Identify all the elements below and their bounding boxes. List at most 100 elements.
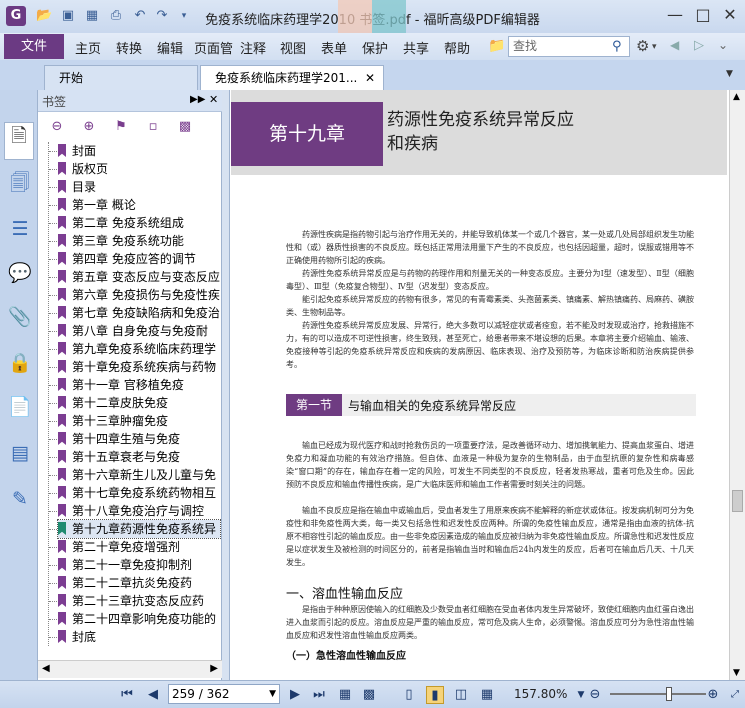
continuous-view-icon[interactable]: ▮ [426,686,444,704]
content-list-icon[interactable]: ▤ [7,440,33,466]
scroll-down-icon[interactable]: ▼ [733,668,740,678]
document-properties-icon[interactable]: 📄 [7,394,33,420]
tab-list-dropdown-icon[interactable]: ▼ [726,69,733,79]
document-view[interactable]: 第十九章 药源性免疫系统异常反应 和疾病 药源性疾病是指药物引起与治疗作用无关的… [230,90,729,680]
bookmark-flag-icon [58,198,66,211]
fit-window-icon[interactable]: ⤢ [726,686,744,704]
add-bookmark-icon[interactable]: ⊕ [80,118,98,136]
scroll-right-icon[interactable]: ▶ [210,663,218,674]
back-arrow-icon[interactable]: ◀ [670,38,679,52]
bookmark-item[interactable]: 第十三章肿瘤免疫 [58,412,220,430]
bookmark-item[interactable]: 第十九章药源性免疫系统异 [57,519,221,539]
tree-branch-line [49,619,57,620]
ribbon-expand-icon[interactable]: ⌄ [718,38,728,52]
search-icon[interactable]: ⚲ [612,39,622,54]
menu-share[interactable]: 共享 [403,38,429,57]
previous-view-icon[interactable]: ▦ [336,686,354,704]
first-page-icon[interactable]: ⏮ [118,686,136,704]
bookmark-item[interactable]: 第二十四章影响免疫功能的 [58,610,220,628]
menu-convert[interactable]: 转换 [116,38,142,57]
bookmark-item[interactable]: 目录 [58,178,220,196]
bookmark-flag-icon [58,486,66,499]
bookmark-item[interactable]: 第二十章免疫增强剂 [58,538,220,556]
scroll-left-icon[interactable]: ◀ [42,663,50,674]
bookmark-item[interactable]: 第二十一章免疫抑制剂 [58,556,220,574]
bookmark-item[interactable]: 第五章 变态反应与变态反应 [58,268,220,286]
close-button[interactable]: ✕ [717,4,743,26]
maximize-button[interactable]: □ [690,4,716,26]
bookmark-item[interactable]: 第七章 免疫缺陷病和免疫治 [58,304,220,322]
bookmark-item[interactable]: 第三章 免疫系统功能 [58,232,220,250]
tree-branch-line [49,313,57,314]
single-page-view-icon[interactable]: ▯ [400,686,418,704]
bookmark-item[interactable]: 第十六章新生儿及儿童与免 [58,466,220,484]
bookmark-item[interactable]: 第一章 概论 [58,196,220,214]
comments-icon[interactable]: 💬 [7,260,33,286]
menu-comment[interactable]: 注释 [240,38,266,57]
bookmark-item[interactable]: 第十章免疫系统疾病与药物 [58,358,220,376]
bookmark-item[interactable]: 版权页 [58,160,220,178]
bookmark-item[interactable]: 封底 [58,628,220,646]
zoom-out-icon[interactable]: ⊖ [586,686,604,704]
find-folder-icon[interactable]: 📁 [488,38,505,54]
tab-close-icon[interactable]: ✕ [365,66,375,90]
bookmark-item[interactable]: 第十五章衰老与免疫 [58,448,220,466]
settings-gear-icon[interactable]: ⚙ [636,37,649,55]
bookmark-item[interactable]: 第二十三章抗变态反应药 [58,592,220,610]
bookmark-item[interactable]: 第六章 免疫损伤与免疫性疾 [58,286,220,304]
delete-bookmark-icon[interactable]: ⊖ [48,118,66,136]
bookmark-item[interactable]: 第十七章免疫系统药物相互 [58,484,220,502]
bookmark-item[interactable]: 第十四章生殖与免疫 [58,430,220,448]
menu-home[interactable]: 主页 [75,38,101,57]
next-view-icon[interactable]: ▩ [360,686,378,704]
scroll-thumb[interactable] [732,490,743,512]
bookmark-item[interactable]: 第八章 自身免疫与免疫耐 [58,322,220,340]
panel-collapse-icon[interactable]: ▶▶ [190,94,205,105]
scroll-up-icon[interactable]: ▲ [733,92,740,102]
file-menu-button[interactable]: 文件 [4,34,64,59]
layers-icon[interactable]: ☰ [7,216,33,242]
forward-arrow-icon[interactable]: ▷ [694,38,704,53]
bookmark-item[interactable]: 第十二章皮肤免疫 [58,394,220,412]
menu-view[interactable]: 视图 [280,38,306,57]
attachments-icon[interactable]: 📎 [7,304,33,330]
facing-view-icon[interactable]: ◫ [452,686,470,704]
bookmark-item[interactable]: 第十一章 官移植免疫 [58,376,220,394]
continuous-facing-view-icon[interactable]: ▦ [478,686,496,704]
bookmark-label: 第十八章免疫治疗与调控 [72,504,205,518]
bookmark-item[interactable]: 第二章 免疫系统组成 [58,214,220,232]
add-child-bookmark-icon[interactable]: ⚑ [112,118,130,136]
bookmark-item[interactable]: 第四章 免疫应答的调节 [58,250,220,268]
expand-bookmarks-icon[interactable]: ▩ [176,118,194,136]
document-vertical-scrollbar[interactable]: ▲ ▼ [729,90,745,680]
page-dropdown-icon[interactable]: ▼ [269,685,276,703]
tab-document[interactable]: 免疫系统临床药理学201... ✕ [200,65,384,90]
bookmark-item[interactable]: 第十八章免疫治疗与调控 [58,502,220,520]
settings-dropdown-icon[interactable]: ▾ [652,42,657,52]
tab-start[interactable]: 开始 [44,65,198,90]
menu-edit[interactable]: 编辑 [157,38,183,57]
previous-page-icon[interactable]: ◀ [144,686,162,704]
menu-protect[interactable]: 保护 [362,38,388,57]
menu-help[interactable]: 帮助 [444,38,470,57]
minimize-button[interactable]: — [662,4,688,26]
zoom-slider-handle[interactable] [666,687,672,701]
panel-splitter[interactable] [222,90,230,680]
menu-form[interactable]: 表单 [321,38,347,57]
menu-page-manage[interactable]: 页面管 [194,38,236,57]
add-page-bookmark-icon[interactable]: ▫ [144,118,162,136]
bookmark-item[interactable]: 第九章免疫系统临床药理学 [58,340,220,358]
bookmark-horizontal-scrollbar[interactable]: ◀ ▶ [38,660,222,678]
zoom-in-icon[interactable]: ⊕ [704,686,722,704]
next-page-icon[interactable]: ▶ [286,686,304,704]
security-lock-icon[interactable]: 🔒 [7,350,33,376]
zoom-slider[interactable] [610,693,706,695]
panel-close-icon[interactable]: ✕ [209,93,218,106]
page-number-input[interactable]: 259 / 362 ▼ [168,684,280,704]
last-page-icon[interactable]: ⏭ [310,686,328,704]
signature-icon[interactable]: ✎ [7,486,33,512]
page-thumbnail-icon[interactable]: 🗎 [4,122,34,160]
bookmark-item[interactable]: 封面 [58,142,220,160]
bookmark-item[interactable]: 第二十二章抗炎免疫药 [58,574,220,592]
pages-icon[interactable]: 🗐 [7,170,33,196]
